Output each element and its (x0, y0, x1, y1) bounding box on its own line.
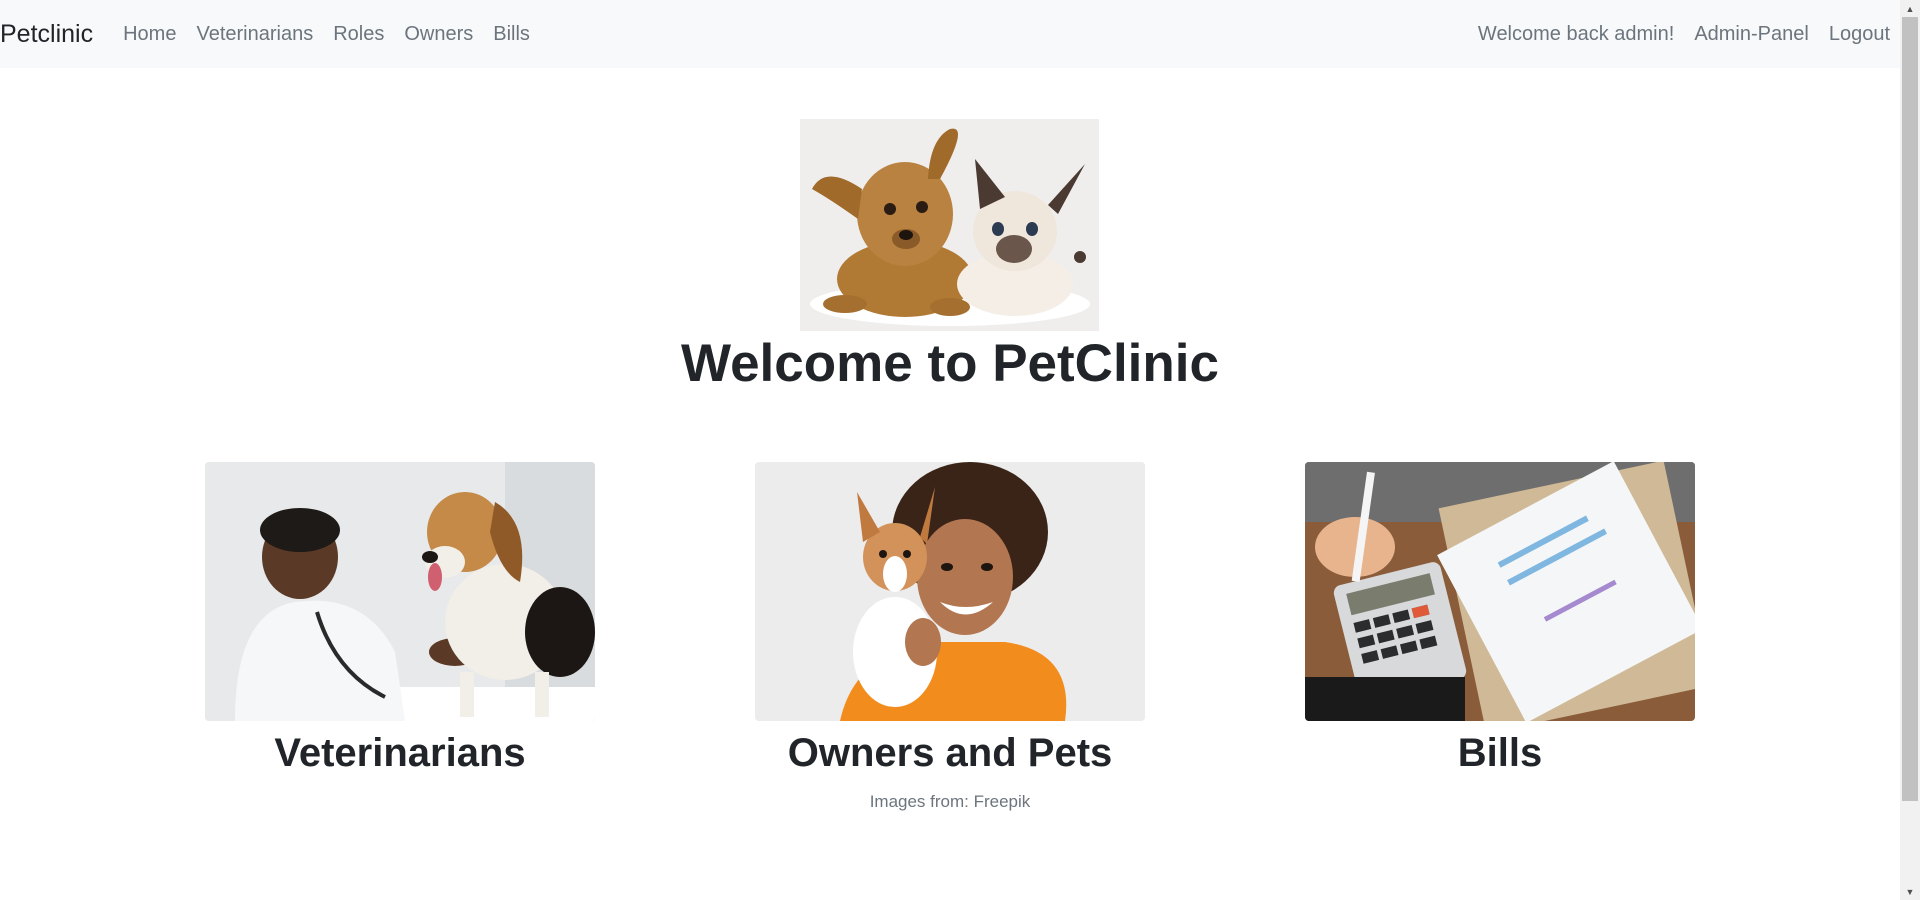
top-navbar: Petclinic Home Veterinarians Roles Owner… (0, 0, 1900, 68)
welcome-user-link[interactable]: Welcome back admin! (1478, 23, 1674, 46)
nav-bills[interactable]: Bills (493, 23, 530, 46)
nav-roles[interactable]: Roles (333, 23, 384, 46)
vertical-scrollbar[interactable]: ▲ ▼ (1900, 0, 1920, 900)
bills-image (1305, 462, 1695, 721)
veterinarians-card[interactable]: Veterinarians (205, 462, 595, 776)
bills-card[interactable]: Bills (1305, 462, 1695, 776)
owners-and-pets-image (755, 462, 1145, 721)
owners-and-pets-card-title[interactable]: Owners and Pets (755, 731, 1145, 776)
scroll-up-arrow-icon[interactable]: ▲ (1900, 0, 1920, 17)
logout-link[interactable]: Logout (1829, 23, 1890, 46)
admin-panel-link[interactable]: Admin-Panel (1694, 23, 1809, 46)
main-content: Welcome to PetClinic Veterinarians Owner… (0, 68, 1900, 900)
brand-link[interactable]: Petclinic (0, 20, 93, 49)
owners-and-pets-card[interactable]: Owners and Pets (755, 462, 1145, 776)
scroll-down-arrow-icon[interactable]: ▼ (1900, 883, 1920, 900)
veterinarians-card-title[interactable]: Veterinarians (205, 731, 595, 776)
image-credits: Images from: Freepik (869, 792, 1031, 811)
bills-card-title[interactable]: Bills (1305, 731, 1695, 776)
veterinarians-image (205, 462, 595, 721)
hero-image-puppy-and-kitten (800, 119, 1099, 331)
nav-veterinarians[interactable]: Veterinarians (196, 23, 313, 46)
page-title: Welcome to PetClinic (681, 334, 1219, 393)
nav-home[interactable]: Home (123, 23, 176, 46)
nav-user-area: Welcome back admin! Admin-Panel Logout (1478, 23, 1890, 46)
scrollbar-thumb[interactable] (1902, 17, 1918, 801)
nav-links: Home Veterinarians Roles Owners Bills (123, 23, 530, 46)
nav-owners[interactable]: Owners (404, 23, 473, 46)
